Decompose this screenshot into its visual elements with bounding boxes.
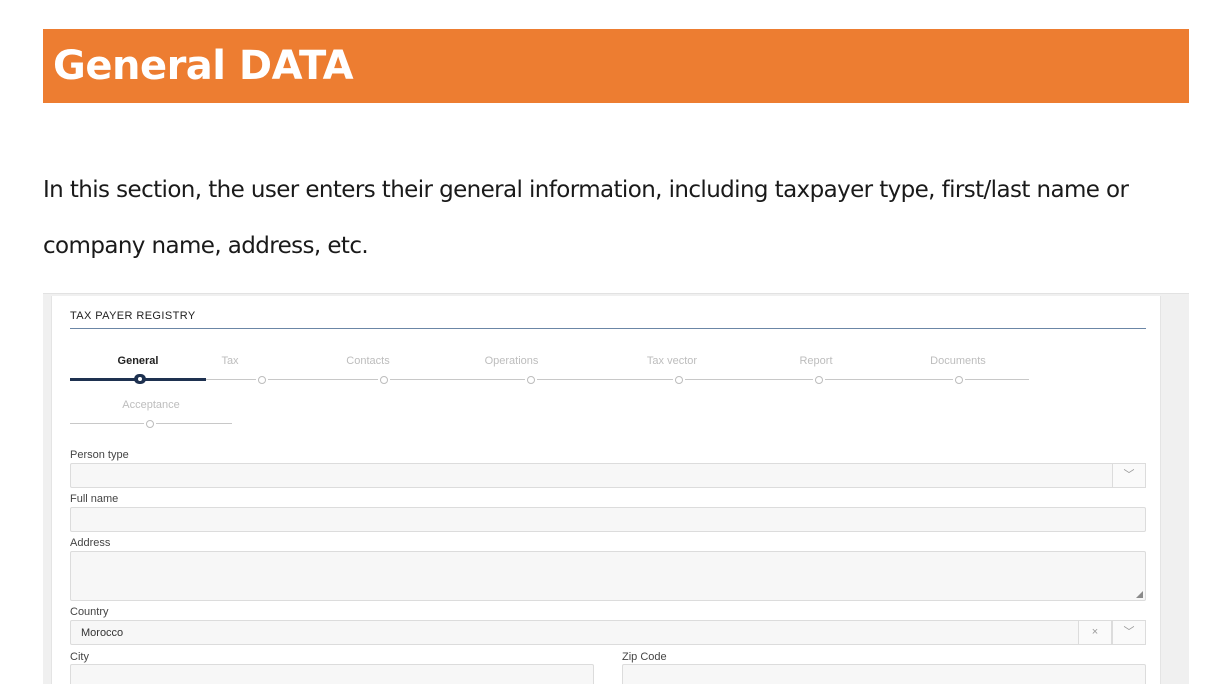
city-label: City (70, 651, 89, 663)
section-heading: General DATA (53, 43, 354, 89)
step-tax-vector[interactable]: Tax vector (609, 355, 749, 395)
step-operations[interactable]: Operations (454, 355, 609, 395)
city-input[interactable] (70, 664, 594, 684)
chevron-down-icon[interactable]: ﹀ (1112, 620, 1146, 645)
form-title: TAX PAYER REGISTRY (70, 310, 196, 322)
step-report[interactable]: Report (749, 355, 889, 395)
zip-code-input[interactable] (622, 664, 1146, 684)
address-label: Address (70, 537, 111, 549)
step-pending-icon (146, 420, 154, 428)
step-contacts[interactable]: Contacts (314, 355, 454, 395)
country-value: Morocco (81, 627, 124, 639)
stepper-row-1: General Tax Contacts Operations Tax vect… (70, 355, 1146, 395)
step-line (609, 379, 673, 380)
step-line (889, 379, 953, 380)
step-line (685, 379, 749, 380)
step-label: Report (799, 355, 833, 367)
step-line (825, 379, 889, 380)
registry-form: TAX PAYER REGISTRY General Tax Contacts (51, 296, 1161, 684)
step-line (70, 423, 144, 424)
step-line (537, 379, 609, 380)
step-label: Documents (930, 355, 986, 367)
full-name-label: Full name (70, 493, 119, 505)
close-icon[interactable]: × (1078, 620, 1112, 645)
address-textarea[interactable] (70, 551, 1146, 601)
document-page: General DATA In this section, the user e… (0, 0, 1216, 684)
step-current-icon (134, 374, 146, 384)
step-line (206, 379, 256, 380)
step-label: Operations (484, 355, 539, 367)
stepper-row-2: Acceptance (70, 399, 270, 439)
resize-grip-icon[interactable] (1136, 591, 1143, 598)
step-acceptance[interactable]: Acceptance (70, 399, 232, 439)
step-pending-icon (527, 376, 535, 384)
step-line (454, 379, 525, 380)
step-label: Acceptance (122, 399, 180, 411)
step-label: Tax vector (646, 355, 698, 367)
person-type-select[interactable]: ﹀ (70, 463, 1146, 488)
person-type-label: Person type (70, 449, 129, 461)
intro-paragraph: In this section, the user enters their g… (43, 177, 1129, 259)
chevron-down-icon[interactable]: ﹀ (1112, 463, 1146, 488)
step-documents[interactable]: Documents (889, 355, 1029, 395)
full-name-input[interactable] (70, 507, 1146, 532)
step-pending-icon (258, 376, 266, 384)
step-pending-icon (675, 376, 683, 384)
embedded-screenshot: TAX PAYER REGISTRY General Tax Contacts (43, 293, 1189, 684)
country-label: Country (70, 606, 109, 618)
section-banner: General DATA (43, 29, 1189, 103)
step-label: Contacts (346, 355, 390, 367)
step-line (390, 379, 454, 380)
country-select[interactable]: Morocco × ﹀ (70, 620, 1146, 645)
step-pending-icon (955, 376, 963, 384)
zip-code-label: Zip Code (622, 651, 667, 663)
title-divider (70, 328, 1146, 329)
step-pending-icon (815, 376, 823, 384)
step-pending-icon (380, 376, 388, 384)
step-line (749, 379, 813, 380)
step-line (965, 379, 1029, 380)
step-line (156, 423, 232, 424)
step-line (268, 379, 314, 380)
step-line (314, 379, 378, 380)
step-label: Tax (221, 355, 239, 367)
